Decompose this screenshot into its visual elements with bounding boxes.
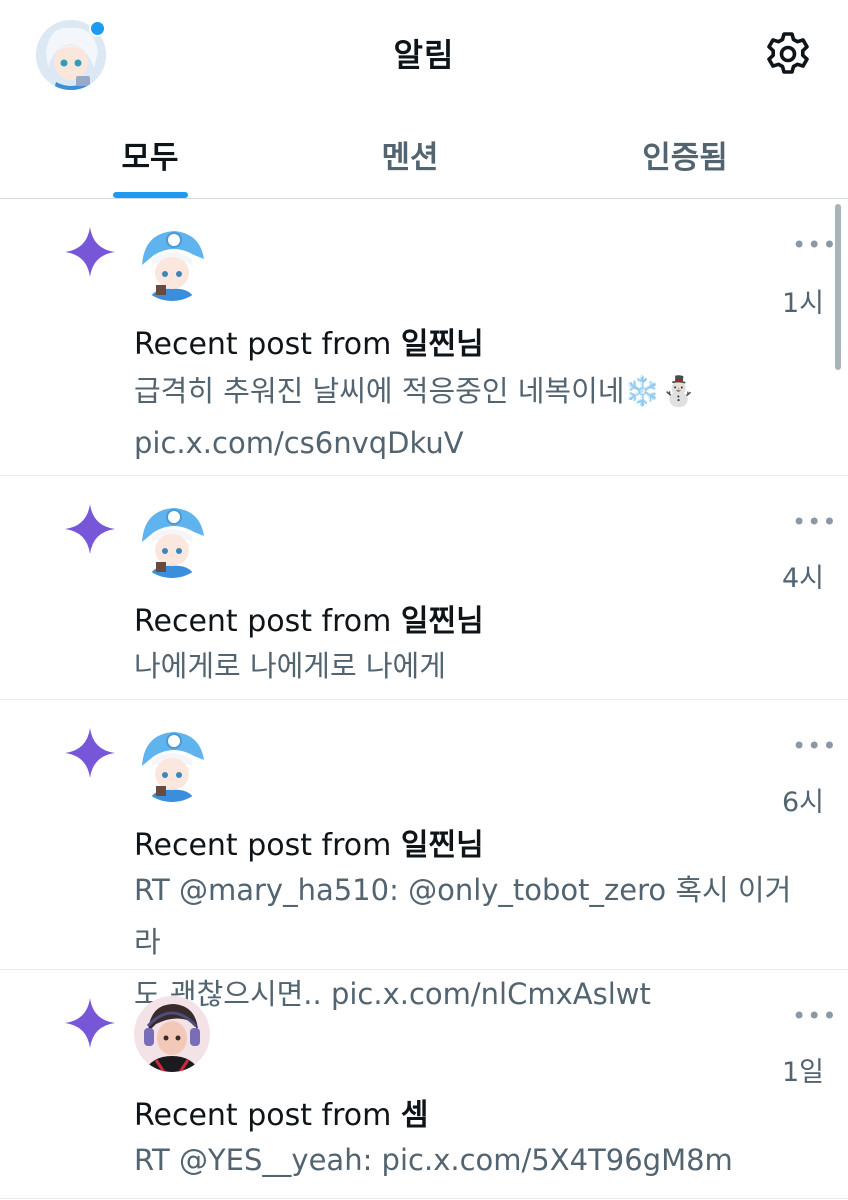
timestamp: 6시 [781, 787, 824, 818]
notification-headline: Recent post from 셈 [134, 1098, 429, 1133]
post-text: 급격히 추워진 날씨에 적응중인 네복이네❄️⛄ pic.x.com/cs6nv… [134, 374, 697, 460]
sparkle-icon [63, 502, 117, 556]
top-bar: 알림 [0, 0, 848, 110]
sparkle-icon [63, 726, 117, 780]
scrollbar[interactable] [835, 204, 841, 370]
more-options-icon[interactable]: ••• [792, 231, 837, 259]
more-options-icon[interactable]: ••• [792, 508, 837, 536]
timestamp: 4시 [781, 563, 824, 594]
notification-item[interactable]: ••• 4시 Recent post from 일찐님 나에게로 나에게로 나에… [0, 476, 848, 700]
avatar[interactable] [134, 502, 210, 578]
tab-verified[interactable]: 인증됨 [545, 110, 825, 198]
page-title: 알림 [393, 36, 455, 74]
avatar[interactable] [134, 726, 210, 802]
active-tab-indicator [113, 192, 188, 198]
notification-headline: Recent post from 일찐님 [134, 604, 484, 639]
sparkle-icon [63, 996, 117, 1050]
timestamp: 1일 [781, 1057, 824, 1088]
tab-mentions[interactable]: 멘션 [270, 110, 550, 198]
avatar[interactable] [134, 996, 210, 1072]
notification-headline: Recent post from 일찐님 [134, 327, 484, 362]
sparkle-icon [63, 225, 117, 279]
more-options-icon[interactable]: ••• [792, 732, 837, 760]
notification-item[interactable]: ••• 6시 Recent post from 일찐님 RT @mary_ha5… [0, 700, 848, 1011]
tab-bar: 모두 멘션 인증됨 [0, 110, 848, 199]
avatar[interactable] [134, 225, 210, 301]
post-text: RT @YES__yeah: pic.x.com/5X4T96gM8m [134, 1143, 733, 1177]
timestamp: 1시 [781, 288, 824, 319]
user-name: 일찐님 [400, 327, 484, 362]
notification-item[interactable]: ••• 1시 Recent post from 일찐님 급격히 추워진 날씨에 … [0, 199, 848, 476]
tab-all[interactable]: 모두 [0, 110, 300, 198]
notification-item[interactable]: ••• 1일 Recent post from 셈 RT @YES__yeah:… [0, 970, 848, 1199]
user-name: 일찐님 [400, 604, 484, 639]
post-text: 나에게로 나에게로 나에게 [134, 649, 446, 683]
user-name: 일찐님 [400, 828, 484, 863]
more-options-icon[interactable]: ••• [792, 1002, 837, 1030]
notification-headline: Recent post from 일찐님 [134, 828, 484, 863]
user-name: 셈 [400, 1098, 429, 1133]
gear-icon[interactable] [762, 28, 814, 80]
